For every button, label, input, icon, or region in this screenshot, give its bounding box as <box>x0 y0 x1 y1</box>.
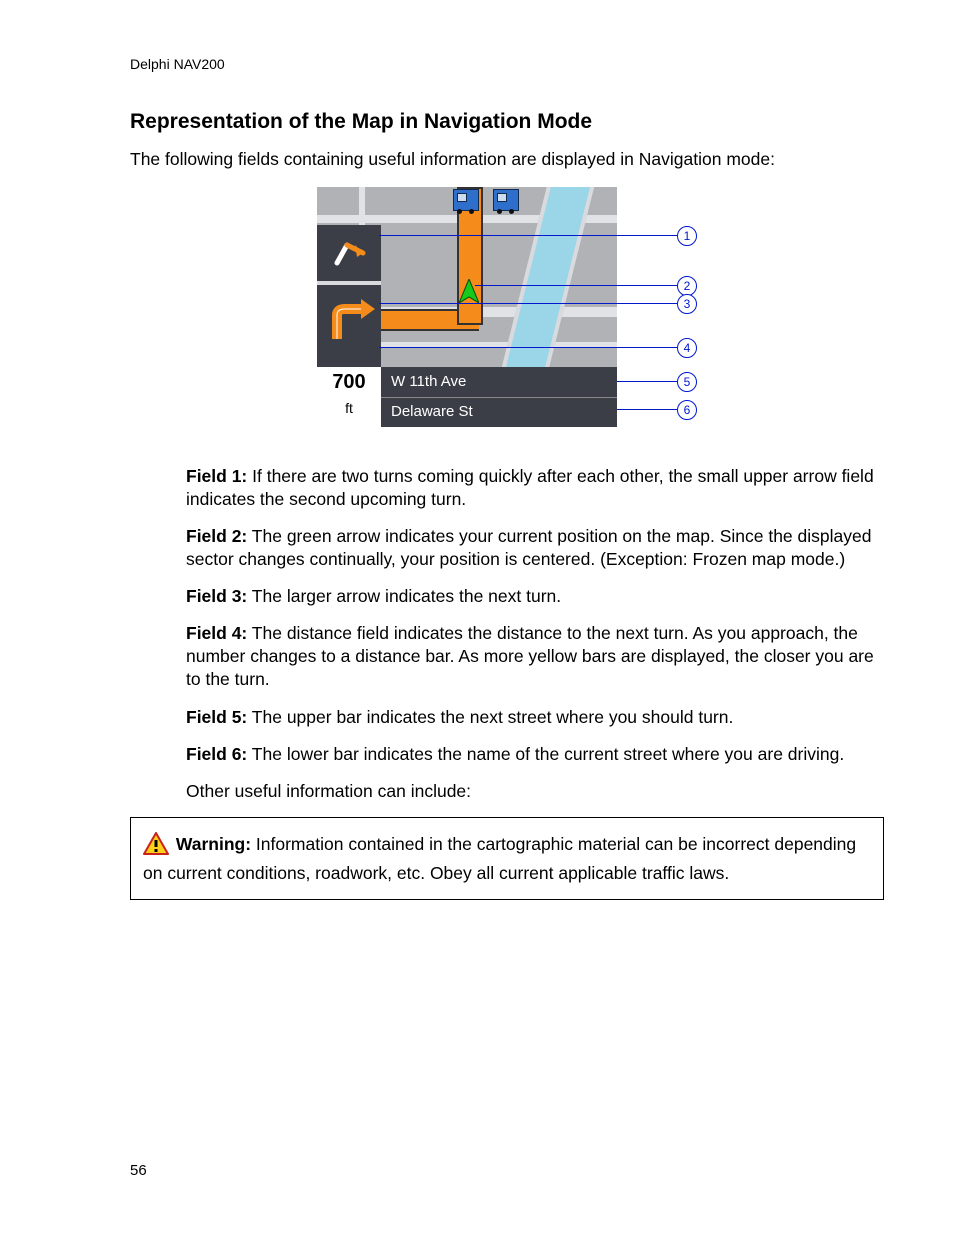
callout-line <box>379 303 677 304</box>
small-turn-arrow-icon <box>331 237 367 274</box>
callout-line <box>379 347 677 348</box>
figure-container: 700 ft W 11th Ave Delaware St 1 2 3 4 5 … <box>130 187 884 435</box>
callout-number: 6 <box>677 400 697 420</box>
current-position-icon <box>459 279 479 305</box>
divider <box>381 397 617 398</box>
warning-box: Warning: Information contained in the ca… <box>130 817 884 900</box>
field-description: Field 4: The distance field indicates th… <box>186 622 884 691</box>
callout-line <box>617 381 677 382</box>
navigation-map-figure: 700 ft W 11th Ave Delaware St 1 2 3 4 5 … <box>317 187 697 435</box>
field-description: Field 5: The upper bar indicates the nex… <box>186 706 884 729</box>
callout-number: 2 <box>677 276 697 296</box>
field-label: Field 6: <box>186 744 247 764</box>
field-text: The upper bar indicates the next street … <box>247 707 733 727</box>
field-text: If there are two turns coming quickly af… <box>186 466 874 509</box>
distance-value: 700 <box>317 367 381 394</box>
callout-number: 5 <box>677 372 697 392</box>
distance-field: 700 ft <box>317 367 381 427</box>
other-info-paragraph: Other useful information can include: <box>186 780 884 803</box>
field-text: The distance field indicates the distanc… <box>186 623 874 689</box>
callout-line <box>475 285 677 286</box>
turn-panel <box>317 225 381 367</box>
warning-label: Warning: <box>176 834 251 854</box>
field-description: Field 2: The green arrow indicates your … <box>186 525 884 571</box>
section-title: Representation of the Map in Navigation … <box>130 110 884 134</box>
field-label: Field 4: <box>186 623 247 643</box>
warning-icon <box>143 832 169 862</box>
field-description: Field 3: The larger arrow indicates the … <box>186 585 884 608</box>
field-text: The lower bar indicates the name of the … <box>247 744 844 764</box>
field-text: The larger arrow indicates the next turn… <box>247 586 561 606</box>
field-label: Field 2: <box>186 526 247 546</box>
field-label: Field 1: <box>186 466 247 486</box>
water-diagonal <box>494 187 602 367</box>
next-turn-arrow-icon <box>327 299 375 348</box>
callout-number: 3 <box>677 294 697 314</box>
field-label: Field 5: <box>186 707 247 727</box>
field-description: Field 6: The lower bar indicates the nam… <box>186 743 884 766</box>
next-street-label: W 11th Ave <box>391 373 466 390</box>
distance-unit: ft <box>317 394 381 416</box>
field-label: Field 3: <box>186 586 247 606</box>
street-bars: W 11th Ave Delaware St <box>381 367 617 427</box>
callout-line <box>379 235 677 236</box>
callout-number: 1 <box>677 226 697 246</box>
callout-line <box>617 409 677 410</box>
map-area <box>317 187 617 367</box>
current-street-label: Delaware St <box>391 403 473 420</box>
field-descriptions: Field 1: If there are two turns coming q… <box>130 465 884 803</box>
vehicle-icon <box>493 189 519 211</box>
map-screenshot: 700 ft W 11th Ave Delaware St <box>317 187 617 427</box>
field-text: The green arrow indicates your current p… <box>186 526 871 569</box>
callout-number: 4 <box>677 338 697 358</box>
intro-paragraph: The following fields containing useful i… <box>130 148 884 171</box>
field-description: Field 1: If there are two turns coming q… <box>186 465 884 511</box>
page-number: 56 <box>130 1162 147 1179</box>
vehicle-icon <box>453 189 479 211</box>
product-header: Delphi NAV200 <box>130 56 884 72</box>
